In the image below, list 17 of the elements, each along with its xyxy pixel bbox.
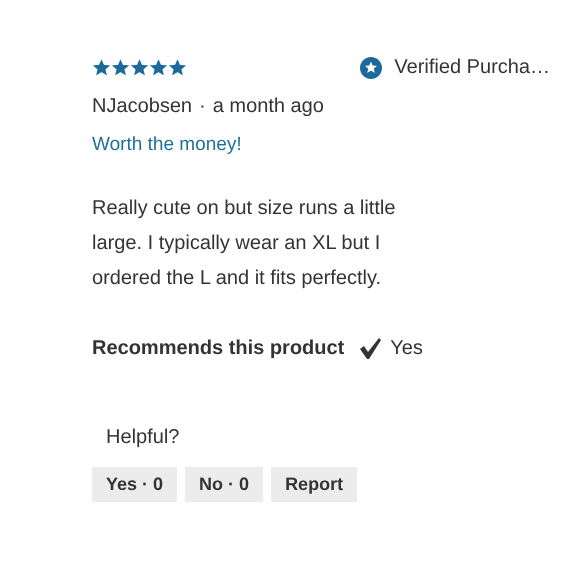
review-title: Worth the money!: [92, 134, 243, 156]
review-text: Really cute on but size runs a little large. I typically wear an XL but I ordered the L and it fits perfectly.: [92, 196, 396, 291]
recommends-answer: Yes: [390, 336, 423, 360]
author-name: NJacobsen: [92, 95, 192, 118]
verified-label: Verified Purcha…: [394, 56, 550, 79]
star-icon: [111, 58, 130, 77]
star-icon: [149, 58, 168, 77]
helpful-label: Helpful?: [106, 426, 180, 449]
separator-dot: ·: [199, 95, 206, 118]
vote-button[interactable]: Yes · 0: [92, 467, 178, 502]
star-icon: [92, 58, 111, 77]
recommends-label: Recommends this product: [92, 336, 344, 360]
report-button[interactable]: Report: [271, 467, 358, 502]
vote-button[interactable]: No · 0: [185, 467, 264, 502]
star-icon: [168, 58, 187, 77]
review-date: a month ago: [212, 95, 324, 118]
star-icon: [130, 58, 149, 77]
